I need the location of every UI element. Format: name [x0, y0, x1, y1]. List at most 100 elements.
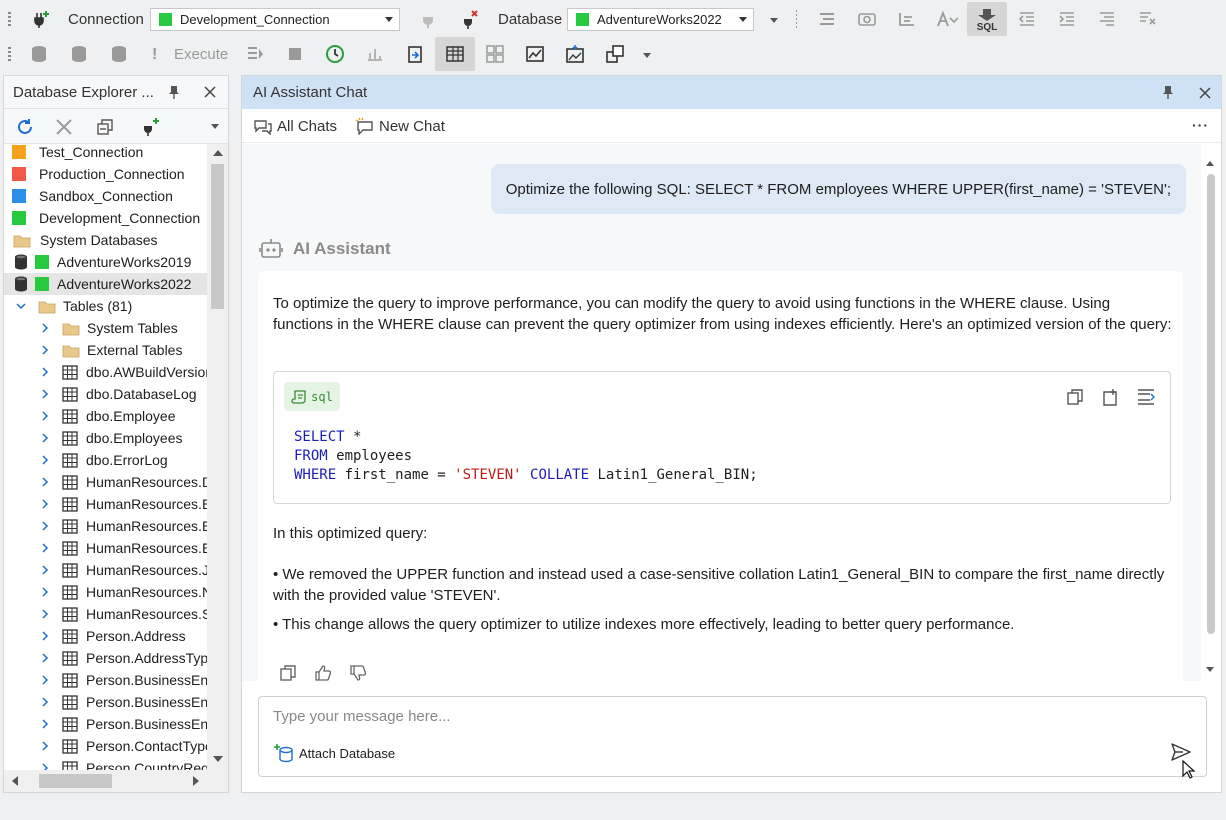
chevron-right-icon[interactable] — [40, 675, 50, 685]
tree-item[interactable]: Production_Connection — [4, 163, 208, 185]
chevron-right-icon[interactable] — [40, 367, 50, 377]
tree-item[interactable]: dbo.ErrorLog — [4, 449, 208, 471]
scroll-down-icon[interactable] — [213, 756, 223, 762]
chart-icon[interactable] — [523, 43, 547, 65]
collapse-all-icon[interactable] — [97, 119, 113, 138]
more-options-icon[interactable]: ··· — [1192, 118, 1209, 132]
chevron-right-icon[interactable] — [40, 411, 50, 421]
execute-current-icon[interactable] — [243, 43, 267, 65]
pivot-icon[interactable] — [603, 43, 627, 65]
chevron-right-icon[interactable] — [40, 565, 50, 575]
copy-message-icon[interactable] — [279, 664, 297, 681]
scroll-right-icon[interactable] — [193, 776, 199, 786]
tree-item[interactable]: HumanResources.Jc — [4, 559, 208, 581]
tree-item[interactable]: AdventureWorks2022 — [4, 273, 208, 295]
chevron-right-icon[interactable] — [40, 433, 50, 443]
chevron-right-icon[interactable] — [40, 719, 50, 729]
export-icon[interactable] — [403, 43, 427, 65]
tree-item[interactable]: Person.Address — [4, 625, 208, 647]
tree-item[interactable]: System Databases — [4, 229, 208, 251]
copy-code-icon[interactable] — [1066, 388, 1084, 409]
attach-database-button[interactable]: Attach Database — [273, 743, 395, 763]
indent-icon[interactable] — [895, 8, 919, 30]
scrollbar-thumb[interactable] — [211, 164, 224, 309]
new-connection-icon[interactable] — [29, 8, 53, 30]
image-export-icon[interactable] — [563, 43, 587, 65]
toolbar-overflow-icon[interactable] — [770, 18, 778, 23]
explorer-vertical-scrollbar[interactable] — [207, 144, 228, 770]
stop-icon[interactable] — [283, 43, 307, 65]
tree-item[interactable]: HumanResources.Er — [4, 493, 208, 515]
scroll-down-icon[interactable] — [1206, 667, 1214, 672]
delete-icon[interactable] — [55, 118, 73, 139]
tree-item[interactable]: HumanResources.De — [4, 471, 208, 493]
chevron-right-icon[interactable] — [40, 653, 50, 663]
chevron-right-icon[interactable] — [40, 323, 50, 333]
tree-item[interactable]: HumanResources.Sh — [4, 603, 208, 625]
chevron-right-icon[interactable] — [40, 389, 50, 399]
new-connection-icon[interactable] — [141, 116, 161, 139]
database-select[interactable]: AdventureWorks2022 — [567, 8, 754, 31]
sql-mode-icon[interactable]: SQL — [967, 2, 1007, 36]
execute-icon[interactable]: ! — [152, 46, 157, 64]
all-chats-button[interactable]: All Chats — [253, 117, 337, 135]
layout-icon[interactable] — [483, 43, 507, 65]
scroll-up-icon[interactable] — [213, 150, 223, 156]
thumbs-down-icon[interactable] — [349, 664, 367, 681]
insert-code-icon[interactable] — [1101, 387, 1121, 410]
toolbar-grip[interactable] — [8, 12, 11, 28]
chevron-right-icon[interactable] — [40, 741, 50, 751]
chevron-right-icon[interactable] — [40, 345, 50, 355]
pin-icon[interactable] — [1162, 85, 1174, 103]
tree-item[interactable]: Person.ContactType — [4, 735, 208, 757]
toolbar-overflow-icon[interactable] — [211, 124, 219, 129]
chevron-right-icon[interactable] — [40, 499, 50, 509]
connect-plug-icon[interactable] — [416, 8, 440, 30]
tree-item[interactable]: HumanResources.Er — [4, 515, 208, 537]
outdent-icon[interactable] — [1015, 8, 1039, 30]
tree-item[interactable]: dbo.DatabaseLog — [4, 383, 208, 405]
tree-item[interactable]: AdventureWorks2019 — [4, 251, 208, 273]
chevron-right-icon[interactable] — [40, 543, 50, 553]
close-icon[interactable] — [204, 85, 216, 102]
font-case-icon[interactable] — [935, 8, 959, 30]
history-icon[interactable] — [323, 43, 347, 65]
scroll-up-icon[interactable] — [1206, 161, 1214, 166]
message-input[interactable]: Type your message here... — [273, 708, 451, 725]
toolbar-grip[interactable] — [8, 47, 11, 63]
chevron-right-icon[interactable] — [40, 631, 50, 641]
tree-item[interactable]: HumanResources.Er — [4, 537, 208, 559]
align-right-icon[interactable] — [1095, 8, 1119, 30]
chevron-down-icon[interactable] — [16, 301, 26, 311]
chevron-right-icon[interactable] — [40, 455, 50, 465]
tree-item[interactable]: Person.BusinessEntit — [4, 691, 208, 713]
chat-vertical-scrollbar[interactable] — [1201, 144, 1221, 681]
close-icon[interactable] — [1199, 86, 1211, 103]
database-add-icon[interactable] — [67, 43, 91, 65]
tree-item[interactable]: HumanResources.Nc — [4, 581, 208, 603]
refresh-icon[interactable] — [15, 117, 35, 140]
chevron-right-icon[interactable] — [40, 587, 50, 597]
execute-button[interactable]: Execute — [174, 46, 228, 63]
chevron-right-icon[interactable] — [40, 477, 50, 487]
tree-item[interactable]: System Tables — [4, 317, 208, 339]
tree-item[interactable]: Tables (81) — [4, 295, 208, 317]
tree-item[interactable]: dbo.Employees — [4, 427, 208, 449]
connection-select[interactable]: Development_Connection — [150, 8, 400, 31]
tree-item[interactable]: Person.AddressType — [4, 647, 208, 669]
tree-item[interactable]: Person.BusinessEntit — [4, 713, 208, 735]
chevron-right-icon[interactable] — [40, 697, 50, 707]
tree-item[interactable]: Sandbox_Connection — [4, 185, 208, 207]
tree-item[interactable]: dbo.AWBuildVersion — [4, 361, 208, 383]
replace-code-icon[interactable] — [1136, 387, 1156, 410]
explain-plan-icon[interactable] — [363, 43, 387, 65]
tree-item[interactable]: Development_Connection — [4, 207, 208, 229]
indent-lines-icon[interactable] — [1055, 8, 1079, 30]
scroll-left-icon[interactable] — [12, 776, 18, 786]
grid-results-icon[interactable] — [435, 37, 475, 71]
chevron-right-icon[interactable] — [40, 763, 50, 770]
new-chat-button[interactable]: New Chat — [354, 117, 445, 135]
tree-item[interactable]: External Tables — [4, 339, 208, 361]
scrollbar-thumb[interactable] — [1207, 174, 1215, 634]
tree-item[interactable]: Person.CountryRegi — [4, 757, 208, 770]
